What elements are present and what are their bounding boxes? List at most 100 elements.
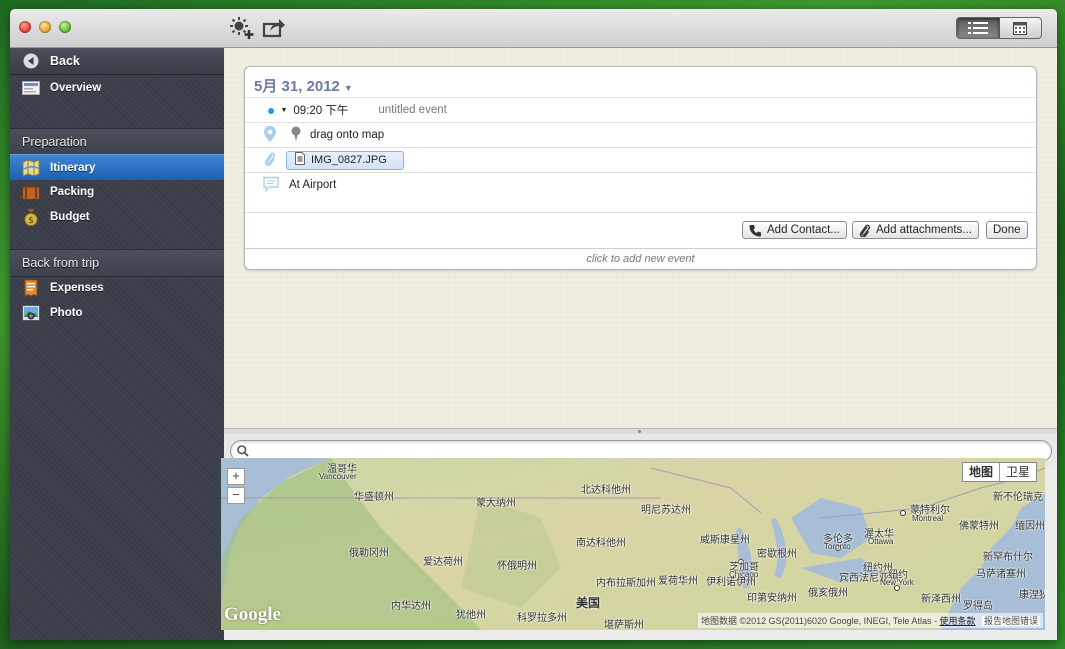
map-label: 罗得岛 [963, 601, 993, 612]
chevron-down-icon: ▼ [343, 83, 353, 93]
map-label: Montreal [912, 514, 944, 523]
phone-icon [749, 224, 761, 236]
add-contact-label: Add Contact... [767, 224, 840, 236]
google-logo: Google [224, 604, 281, 625]
attachment-chip[interactable]: IMG_0827.JPG [286, 150, 404, 170]
map-label: 俄勒冈州 [349, 548, 389, 559]
done-label: Done [993, 224, 1021, 236]
map-label: 佛蒙特州 [959, 521, 999, 532]
sidebar-item-label: Photo [50, 306, 83, 319]
disclosure-triangle-icon[interactable]: ▼ [280, 107, 287, 114]
done-button[interactable]: Done [986, 221, 1028, 239]
date-label: 5月 31, 2012 [254, 78, 340, 95]
map-label: 康涅狄格 [1019, 590, 1045, 601]
minimize-window-button[interactable] [39, 21, 51, 33]
view-mode-switch [956, 17, 1042, 39]
terms-link[interactable]: 使用条款 [939, 616, 975, 626]
event-time[interactable]: 09:20 下午 [293, 102, 378, 118]
itinerary-content: 5月 31, 2012 ▼ ● ▼ 09:20 下午 untitled event… [224, 48, 1057, 428]
map-label: 俄亥俄州 [808, 588, 848, 599]
svg-text:$: $ [28, 216, 34, 226]
sidebar-item-label: Packing [50, 185, 95, 198]
map-type-switch: 地图 卫星 [961, 462, 1037, 482]
map-label: 犹他州 [456, 610, 486, 621]
sidebar-item-photo[interactable]: Photo [10, 300, 224, 325]
calendar-view-button[interactable] [1000, 18, 1042, 38]
sidebar-item-label: Itinerary [50, 161, 96, 174]
map-label: 爱荷华州 [658, 576, 698, 587]
add-event-button[interactable] [230, 17, 254, 39]
map-label: 新罕布什尔 [983, 552, 1033, 563]
location-row: drag onto map [245, 123, 1036, 147]
add-new-event-button[interactable]: click to add new event [245, 248, 1036, 269]
location-hint: drag onto map [310, 129, 385, 141]
map-label: 科罗拉多州 [517, 613, 567, 624]
map-label: 怀俄明州 [497, 561, 537, 572]
titlebar [10, 9, 1057, 48]
map-view[interactable]: + − 地图 卫星 温哥华 Vancouver 华盛顿州 蒙大纳州 北达科他州 … [221, 458, 1045, 630]
map-type-map-button[interactable]: 地图 [963, 463, 1000, 481]
share-button[interactable] [262, 17, 286, 39]
map-label: 新泽西州 [921, 594, 961, 605]
list-icon [967, 22, 988, 34]
money-bag-icon: $ [22, 208, 40, 226]
attachment-row: IMG_0827.JPG [245, 148, 1036, 172]
share-icon [262, 19, 285, 38]
map-label: 爱达荷州 [423, 557, 463, 568]
event-title[interactable]: untitled event [378, 104, 446, 116]
close-window-button[interactable] [19, 21, 31, 33]
divider [245, 212, 1036, 213]
zoom-out-button[interactable]: − [227, 487, 245, 504]
event-note[interactable]: At Airport [289, 179, 336, 191]
add-new-event-label: click to add new event [586, 253, 695, 265]
map-label: New York [880, 578, 914, 587]
map-marker-icon[interactable] [289, 126, 303, 145]
receipt-icon [22, 279, 40, 297]
map-type-satellite-button[interactable]: 卫星 [1000, 463, 1036, 481]
event-dot-icon: ● [267, 102, 276, 118]
sidebar-item-overview[interactable]: Overview [10, 75, 224, 100]
sidebar-item-itinerary[interactable]: Itinerary [10, 154, 224, 180]
sidebar-item-label: Overview [50, 81, 102, 94]
date-header[interactable]: 5月 31, 2012 ▼ [254, 75, 353, 96]
sidebar-item-expenses[interactable]: Expenses [10, 275, 224, 300]
search-icon [237, 445, 249, 457]
report-error-link[interactable]: 报告地图错误 [981, 616, 1040, 626]
speech-bubble-icon [263, 176, 279, 195]
event-card: 5月 31, 2012 ▼ ● ▼ 09:20 下午 untitled event… [244, 66, 1037, 270]
add-contact-button[interactable]: Add Contact... [742, 221, 847, 239]
map-label: 蒙大纳州 [476, 498, 516, 509]
map-label: 密歇根州 [757, 549, 797, 560]
map-label: 马萨诸塞州 [976, 569, 1026, 580]
overview-icon [22, 79, 40, 97]
map-label: 威斯康星州 [700, 535, 750, 546]
map-label: 内布拉斯加州 [596, 578, 656, 589]
sidebar-back-button[interactable]: Back [10, 48, 224, 75]
map-label: 内华达州 [391, 601, 431, 612]
sidebar-item-budget[interactable]: $ Budget [10, 204, 224, 229]
search-input[interactable] [253, 443, 1037, 459]
map-label: Toronto [824, 542, 851, 551]
sun-plus-icon [230, 17, 254, 39]
attribution-text: 地图数据 ©2012 GS(2011)6020 Google, INEGI, T… [701, 616, 940, 626]
map-label: 美国 [576, 596, 601, 610]
zoom-in-button[interactable]: + [227, 468, 245, 485]
section-header-back-from-trip: Back from trip [10, 249, 224, 277]
calendar-icon [1013, 22, 1028, 35]
map-label: 印第安纳州 [747, 593, 797, 604]
list-view-button[interactable] [957, 18, 1000, 38]
map-icon [22, 158, 40, 177]
map-label: 北达科他州 [581, 485, 631, 496]
add-attachments-button[interactable]: Add attachments... [852, 221, 979, 239]
paperclip-icon [264, 151, 276, 170]
sidebar: Back Overview Preparation Itinerary Pack… [10, 48, 224, 640]
sidebar-item-packing[interactable]: Packing [10, 179, 224, 204]
note-row: At Airport [245, 173, 1036, 197]
map-zoom-control: + − [227, 468, 245, 504]
back-arrow-icon [22, 52, 40, 70]
sidebar-back-label: Back [50, 54, 80, 68]
event-row[interactable]: ● ▼ 09:20 下午 untitled event [245, 98, 1036, 122]
suitcase-icon [22, 183, 40, 201]
zoom-window-button[interactable] [59, 21, 71, 33]
map-label: 新不伦瑞克 [993, 492, 1043, 503]
